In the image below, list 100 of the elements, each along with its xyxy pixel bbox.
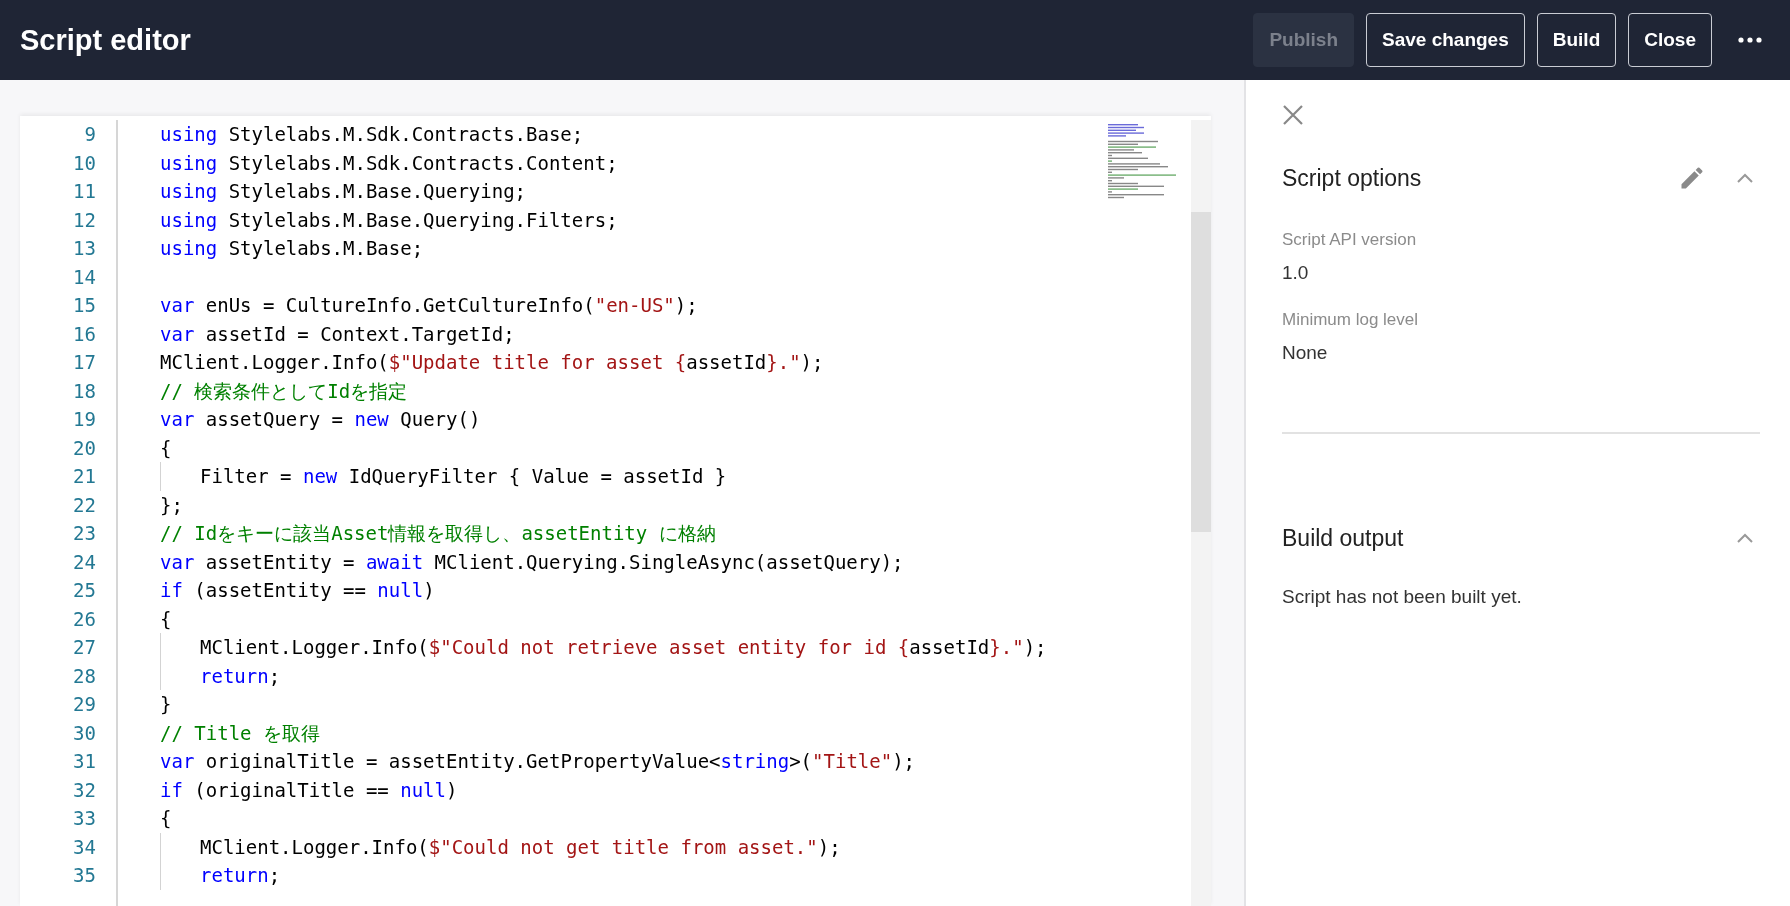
- code-keyword: using: [160, 150, 218, 176]
- line-number: 17: [73, 350, 97, 375]
- code-text: MClient.Logger.Info(: [200, 635, 429, 660]
- code-keyword: var: [160, 293, 195, 318]
- code-text: MClient.Querying.SingleAsync(assetQuery);: [433, 549, 904, 575]
- page-title: Script editor: [20, 23, 191, 57]
- code-comment: // 検索条件としてIdを指定: [160, 378, 408, 404]
- line-number: 21: [73, 464, 97, 489]
- code-text: (assetEntity ==: [193, 578, 367, 603]
- code-text: );: [800, 350, 824, 375]
- section-title: Script options: [1282, 164, 1423, 192]
- field-value: None: [1282, 342, 1329, 364]
- code-text: Stylelabs.M.Base.Querying.Filters;: [227, 207, 618, 233]
- line-number: 14: [73, 264, 97, 290]
- code-keyword: var: [160, 749, 195, 774]
- line-number: 19: [73, 407, 97, 432]
- code-text: ;: [268, 663, 281, 689]
- code-keyword: await: [365, 549, 424, 575]
- code-text: MClient.Logger.Info(: [160, 350, 389, 375]
- line-number: 23: [73, 521, 97, 546]
- code-keyword: return: [200, 663, 269, 689]
- header-button[interactable]: Build: [1536, 13, 1617, 67]
- line-number: 15: [73, 293, 97, 318]
- code-comment: // Title を取得: [160, 720, 320, 746]
- code-text: assetId = Context.TargetId;: [204, 321, 515, 347]
- line-number: 32: [73, 777, 97, 803]
- field-label: Script API version: [1282, 230, 1418, 250]
- code-text: assetEntity =: [204, 549, 356, 575]
- code-keyword: new: [354, 407, 389, 432]
- line-number: 27: [73, 635, 97, 660]
- code-text: );: [674, 293, 698, 318]
- code-string: $"Could not retrieve asset entity for id {: [428, 635, 910, 660]
- code-string: "en-US": [594, 293, 675, 318]
- code-text: );: [892, 749, 916, 774]
- code-keyword: new: [302, 464, 338, 489]
- chevron-up-icon: [1736, 172, 1754, 184]
- line-number: 10: [73, 150, 97, 176]
- code-string: $"Could not get title from asset.": [428, 834, 818, 860]
- collapse-toggle[interactable]: [1736, 532, 1754, 544]
- collapse-toggle[interactable]: [1736, 172, 1754, 184]
- line-number: 29: [73, 692, 97, 717]
- line-number: 24: [73, 549, 97, 575]
- code-text: }: [160, 692, 172, 717]
- line-number: 35: [73, 863, 97, 888]
- code-text: {: [160, 806, 172, 831]
- code-text: enUs = CultureInfo.GetCultureInfo(: [204, 293, 595, 318]
- code-keyword: null: [400, 777, 446, 803]
- chevron-up-icon: [1736, 532, 1754, 544]
- line-number: 28: [73, 663, 97, 689]
- code-text: Stylelabs.M.Base.Querying;: [227, 179, 527, 204]
- close-panel-button[interactable]: [1282, 104, 1304, 126]
- code-text: assetQuery =: [204, 407, 345, 432]
- code-text: };: [160, 492, 183, 518]
- code-text: Stylelabs.M.Base;: [227, 236, 424, 261]
- code-string: $"Update title for asset {: [388, 350, 687, 375]
- line-number: 18: [73, 378, 97, 404]
- code-keyword: using: [160, 207, 218, 233]
- code-text: MClient.Logger.Info(: [200, 834, 429, 860]
- code-text: (originalTitle ==: [193, 777, 390, 803]
- code-string: "Title": [812, 749, 893, 774]
- code-keyword: null: [377, 578, 424, 603]
- more-icon: [1738, 37, 1762, 43]
- line-number: 30: [73, 720, 97, 746]
- close-icon: [1282, 104, 1304, 126]
- code-text: {: [160, 435, 172, 461]
- code-text: Query(): [399, 407, 481, 432]
- line-number: 11: [73, 179, 97, 204]
- code-comment: // Idをキーに該当Asset情報を取得し、assetEntity に格納: [160, 521, 716, 546]
- line-number: 25: [73, 578, 97, 603]
- code-keyword: var: [160, 321, 195, 347]
- scrollbar-thumb[interactable]: [1191, 212, 1211, 532]
- code-keyword: string: [720, 749, 790, 774]
- code-text: Stylelabs.M.Sdk.Contracts.Content;: [227, 150, 618, 176]
- code-text: assetId: [686, 350, 767, 375]
- field-label: Minimum log level: [1282, 310, 1420, 330]
- code-string: }.": [989, 635, 1024, 660]
- code-keyword: if: [160, 578, 183, 603]
- code-keyword: using: [160, 236, 218, 261]
- code-keyword: using: [160, 179, 218, 204]
- line-number: 9: [84, 122, 97, 147]
- code-text: ): [423, 578, 435, 603]
- code-text: Filter =: [200, 464, 293, 489]
- code-editor[interactable]: [20, 116, 1211, 906]
- code-text: >(: [789, 749, 813, 774]
- line-number: 16: [73, 321, 97, 347]
- line-number: 33: [73, 806, 97, 831]
- header-button[interactable]: Close: [1628, 13, 1712, 67]
- code-text: Stylelabs.M.Sdk.Contracts.Base;: [227, 122, 584, 147]
- code-keyword: var: [160, 407, 195, 432]
- line-number: 20: [73, 435, 97, 461]
- code-keyword: using: [160, 122, 218, 147]
- build-output-message: Script has not been built yet.: [1282, 586, 1523, 608]
- code-text: );: [1023, 635, 1047, 660]
- code-text: ): [446, 777, 458, 803]
- code-string: }.": [766, 350, 801, 375]
- line-number: 31: [73, 749, 97, 774]
- section-title: Build output: [1282, 524, 1405, 552]
- code-text: IdQueryFilter { Value = assetId }: [347, 464, 727, 489]
- code-text: );: [817, 834, 841, 860]
- header-button[interactable]: Save changes: [1366, 13, 1525, 67]
